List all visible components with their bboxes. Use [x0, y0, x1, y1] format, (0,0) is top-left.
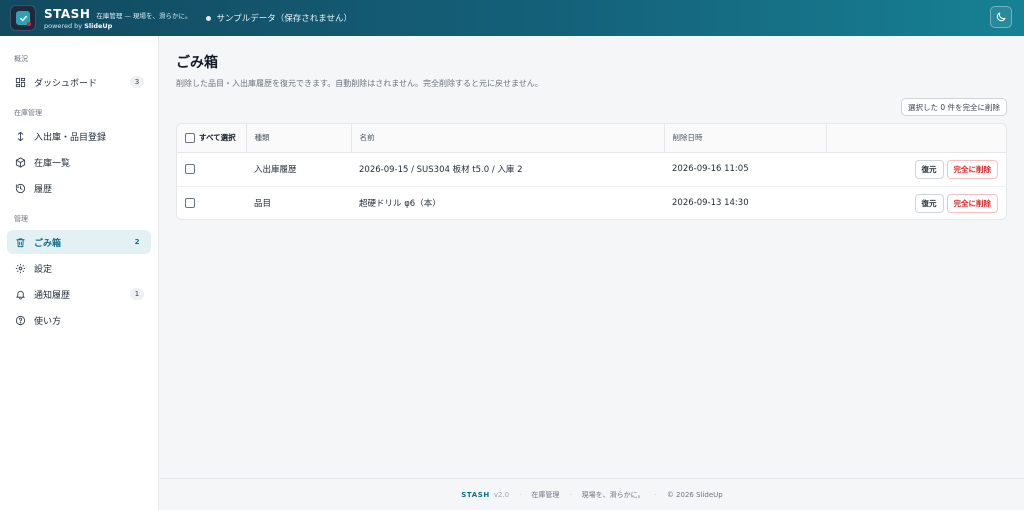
sidebar-section-admin: 管理 [14, 215, 28, 223]
grid-icon [14, 76, 26, 88]
table-header-row: すべて選択 種類 名前 削除日時 [177, 124, 1006, 153]
sidebar-item-label: ごみ箱 [34, 238, 62, 249]
history-icon [14, 182, 26, 194]
sidebar-item-help[interactable]: 使い方 [7, 308, 151, 332]
sidebar: 概況 ダッシュボード 3 在庫管理 入出庫・品目登録 在庫一覧 履歴 管理 ごみ… [0, 36, 159, 510]
trash-icon [14, 236, 26, 248]
brand-name: STASH [44, 6, 91, 21]
sidebar-item-label: 在庫一覧 [34, 158, 71, 169]
bulk-delete-button[interactable]: 選択した 0 件を完全に削除 [900, 98, 1007, 116]
powered-by: powered by SlideUp [44, 21, 113, 30]
bell-icon [14, 288, 26, 300]
cell-type: 入出庫履歴 [246, 152, 351, 187]
count-badge: 1 [130, 288, 144, 300]
app-logo [10, 5, 36, 31]
footer-separator: · [654, 490, 657, 499]
cell-name: 2026-09-15 / SUS304 板材 t5.0 / 入庫 2 [351, 152, 664, 187]
table-row: 入出庫履歴 2026-09-15 / SUS304 板材 t5.0 / 入庫 2… [177, 152, 1006, 187]
footer-tagline: 現場を、滑らかに。 [581, 490, 645, 499]
sidebar-item-label: 通知履歴 [34, 290, 71, 301]
footer-copyright: © 2026 SlideUp [666, 490, 723, 499]
cell-actions: 復元 完全に削除 [826, 152, 1006, 187]
column-header-name: 名前 [351, 124, 665, 153]
footer-version: v2.0 [493, 490, 510, 499]
cell-name: 超硬ドリル φ6（本） [359, 199, 441, 210]
select-all-header[interactable]: すべて選択 [177, 124, 247, 153]
trash-table: すべて選択 種類 名前 削除日時 入出庫履歴 2026-09-15 / SUS3… [177, 124, 1006, 219]
sidebar-item-label: 入出庫・品目登録 [34, 132, 107, 143]
gear-icon [14, 262, 26, 274]
table-row: 品目 超硬ドリル φ6（本） 2026-09-13 14:30 復元 完全に削除 [177, 186, 1006, 219]
app-header: STASH 在庫管理 — 現場を、滑らかに。 powered by SlideU… [0, 0, 1024, 36]
status-dot-icon [205, 15, 211, 21]
row-checkbox[interactable] [185, 198, 195, 208]
cell-deleted-at: 2026-09-13 14:30 [672, 198, 749, 209]
app-footer: STASH v2.0 · 在庫管理 · 現場を、滑らかに。 · © 2026 S… [160, 478, 1024, 510]
column-header-type: 種類 [246, 124, 352, 153]
sidebar-item-notifications[interactable]: 通知履歴 1 [7, 282, 151, 306]
page-description: 削除した品目・入出庫履歴を復元できます。自動削除はされません。完全削除すると元に… [176, 79, 543, 88]
row-checkbox[interactable] [185, 163, 195, 174]
permanent-delete-button[interactable]: 完全に削除 [946, 159, 998, 179]
permanent-delete-button[interactable]: 完全に削除 [946, 193, 998, 213]
footer-separator: · [519, 490, 522, 499]
sidebar-item-label: ダッシュボード [34, 78, 98, 89]
column-header-actions [826, 124, 1006, 153]
sidebar-item-label: 使い方 [34, 316, 62, 327]
sample-data-status: サンプルデータ（保存されません） [205, 12, 352, 24]
column-header-deleted-at: 削除日時 [664, 124, 827, 153]
sidebar-item-inout[interactable]: 入出庫・品目登録 [7, 124, 151, 148]
sidebar-item-settings[interactable]: 設定 [7, 256, 151, 280]
arrows-updown-icon [14, 130, 26, 142]
count-badge: 3 [130, 76, 144, 88]
check-icon [19, 15, 27, 21]
sidebar-item-stock-list[interactable]: 在庫一覧 [7, 150, 151, 174]
help-icon [14, 314, 26, 326]
sidebar-item-dashboard[interactable]: ダッシュボード 3 [7, 70, 151, 94]
sidebar-item-label: 履歴 [34, 184, 53, 195]
box-icon [14, 156, 26, 168]
cell-type: 品目 [254, 199, 272, 210]
sidebar-item-label: 設定 [34, 264, 53, 275]
footer-category: 在庫管理 [531, 490, 560, 499]
brand-tagline: 在庫管理 — 現場を、滑らかに。 [96, 11, 192, 20]
sidebar-section-overview: 概況 [14, 55, 28, 63]
cell-actions: 復元 完全に削除 [826, 186, 1006, 219]
main-content: ごみ箱 削除した品目・入出庫履歴を復元できます。自動削除はされません。完全削除す… [160, 36, 1024, 478]
restore-button[interactable]: 復元 [914, 159, 944, 179]
cell-deleted-at: 2026-09-16 11:05 [664, 152, 826, 187]
restore-button[interactable]: 復元 [914, 193, 944, 213]
page-title: ごみ箱 [176, 55, 218, 71]
theme-toggle-button[interactable] [990, 6, 1012, 28]
sidebar-item-history[interactable]: 履歴 [7, 176, 151, 200]
moon-icon [996, 12, 1006, 22]
sidebar-item-trash[interactable]: ごみ箱 2 [7, 230, 151, 254]
sidebar-section-inventory: 在庫管理 [14, 109, 42, 117]
count-badge: 2 [134, 238, 140, 246]
footer-separator: · [569, 490, 572, 499]
select-all-checkbox[interactable] [185, 133, 195, 144]
brand-block: STASH 在庫管理 — 現場を、滑らかに。 powered by SlideU… [44, 7, 192, 30]
footer-brand: STASH [461, 490, 490, 499]
trash-table-card: すべて選択 種類 名前 削除日時 入出庫履歴 2026-09-15 / SUS3… [176, 123, 1007, 220]
